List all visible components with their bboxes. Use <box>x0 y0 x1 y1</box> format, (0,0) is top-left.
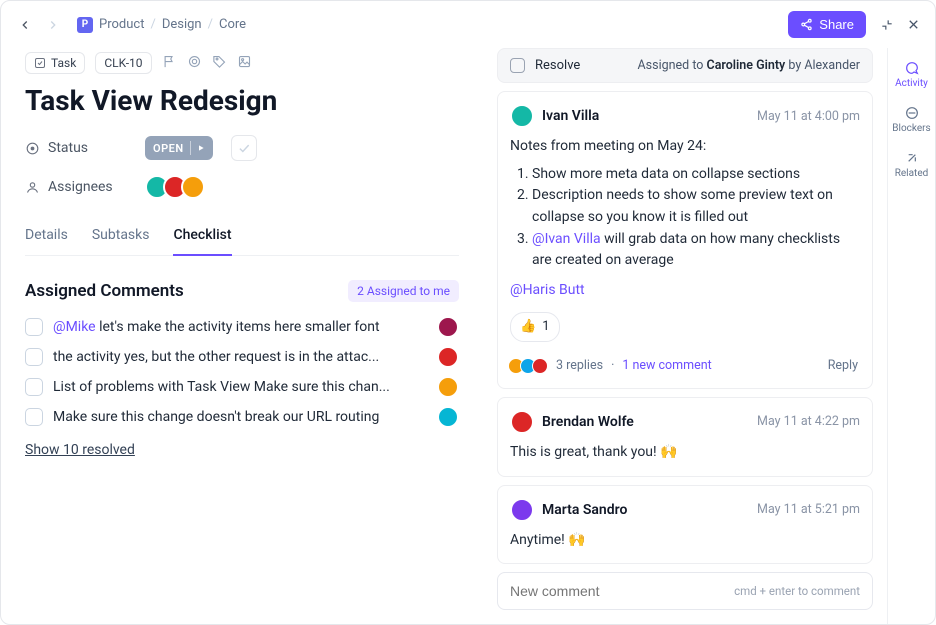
avatar <box>437 316 459 338</box>
list-item[interactable]: @Mike let's make the activity items here… <box>25 316 459 338</box>
composer-hint: cmd + enter to comment <box>734 584 860 598</box>
tag-icon[interactable] <box>212 54 227 73</box>
comment-card: Brendan Wolfe May 11 at 4:22 pm This is gr… <box>497 397 873 477</box>
resolve-bar: Resolve Assigned to Caroline Ginty by Al… <box>497 48 873 83</box>
flag-icon[interactable] <box>162 54 177 73</box>
thread-intro: Notes from meeting on May 24: <box>510 136 860 158</box>
breadcrumb: P Product / Design / Core <box>77 17 246 33</box>
comment-time: May 11 at 5:21 pm <box>757 502 860 517</box>
comment-body: Anytime! 🙌 <box>510 530 860 552</box>
crumb-2[interactable]: Core <box>219 17 246 32</box>
assigned-comments-title: Assigned Comments <box>25 281 184 301</box>
rail-related[interactable]: Related <box>895 150 929 179</box>
crumb-1[interactable]: Design <box>162 17 202 32</box>
list-item[interactable]: the activity yes, but the other request … <box>25 346 459 368</box>
status-label: Status <box>25 140 135 156</box>
page-title: Task View Redesign <box>25 84 459 117</box>
avatar <box>437 346 459 368</box>
task-id-chip[interactable]: CLK-10 <box>95 52 151 74</box>
thread-time: May 11 at 4:00 pm <box>757 109 860 124</box>
image-icon[interactable] <box>237 54 252 73</box>
reaction-pill[interactable]: 👍 1 <box>510 312 560 342</box>
list-item[interactable]: List of problems with Task View Make sur… <box>25 376 459 398</box>
comment-body: This is great, thank you! 🙌 <box>510 442 860 464</box>
reply-button[interactable]: Reply <box>828 358 858 373</box>
rail-blockers[interactable]: Blockers <box>892 105 930 134</box>
checkbox[interactable] <box>25 408 43 426</box>
avatar <box>437 406 459 428</box>
comment-text: Make sure this change doesn't break our … <box>53 409 427 425</box>
comment-input[interactable] <box>510 583 734 599</box>
resolve-label[interactable]: Resolve <box>535 58 580 73</box>
mention-link[interactable]: @Haris Butt <box>510 282 585 298</box>
share-icon <box>800 18 813 31</box>
share-button[interactable]: Share <box>788 11 866 38</box>
comment-card: Marta Sandro May 11 at 5:21 pm Anytime! 🙌 <box>497 485 873 564</box>
replies-count[interactable]: 3 replies <box>556 358 603 373</box>
mention-link[interactable]: @Ivan Villa <box>532 231 601 247</box>
reply-avatars <box>512 358 548 374</box>
nav-back[interactable] <box>15 15 35 35</box>
new-comment-link[interactable]: 1 new comment <box>622 358 711 373</box>
checkbox[interactable] <box>25 378 43 396</box>
comment-author[interactable]: Brendan Wolfe <box>542 414 634 430</box>
assigned-to-me-badge[interactable]: 2 Assigned to me <box>348 280 459 302</box>
task-type-label: Task <box>51 56 76 70</box>
avatar <box>510 104 534 128</box>
thread-card: Ivan Villa May 11 at 4:00 pm Notes from … <box>497 91 873 389</box>
assignees-label: Assignees <box>25 179 135 195</box>
comment-text: the activity yes, but the other request … <box>53 349 427 365</box>
comment-time: May 11 at 4:22 pm <box>757 414 860 429</box>
minimize-button[interactable] <box>880 18 894 32</box>
play-icon <box>197 144 205 152</box>
task-type-chip[interactable]: Task <box>25 52 85 74</box>
tab-details[interactable]: Details <box>25 217 68 255</box>
crumb-0[interactable]: Product <box>99 17 144 32</box>
comment-text: @Mike let's make the activity items here… <box>53 319 427 335</box>
thread-author[interactable]: Ivan Villa <box>542 108 599 124</box>
tab-subtasks[interactable]: Subtasks <box>92 217 150 255</box>
complete-checkbox[interactable] <box>231 135 257 161</box>
checkbox[interactable] <box>25 348 43 366</box>
target-icon[interactable] <box>187 54 202 73</box>
new-comment-composer[interactable]: cmd + enter to comment <box>497 572 873 610</box>
tab-checklist[interactable]: Checklist <box>173 217 231 255</box>
checkbox[interactable] <box>25 318 43 336</box>
rail-activity[interactable]: Activity <box>895 60 928 89</box>
comment-author[interactable]: Marta Sandro <box>542 502 627 518</box>
assigned-to-meta: Assigned to Caroline Ginty by Alexander <box>638 58 860 73</box>
assignee-avatars[interactable] <box>145 175 205 199</box>
close-button[interactable] <box>906 17 921 32</box>
share-label: Share <box>819 17 854 32</box>
nav-forward[interactable] <box>43 15 63 35</box>
avatar <box>437 376 459 398</box>
avatar <box>181 175 205 199</box>
avatar <box>510 410 534 434</box>
list-item[interactable]: Make sure this change doesn't break our … <box>25 406 459 428</box>
workspace-icon: P <box>77 17 93 33</box>
status-pill[interactable]: OPEN <box>145 136 213 160</box>
resolve-checkbox[interactable] <box>510 58 525 73</box>
comment-text: List of problems with Task View Make sur… <box>53 379 427 395</box>
show-resolved-link[interactable]: Show 10 resolved <box>25 442 135 458</box>
avatar <box>510 498 534 522</box>
